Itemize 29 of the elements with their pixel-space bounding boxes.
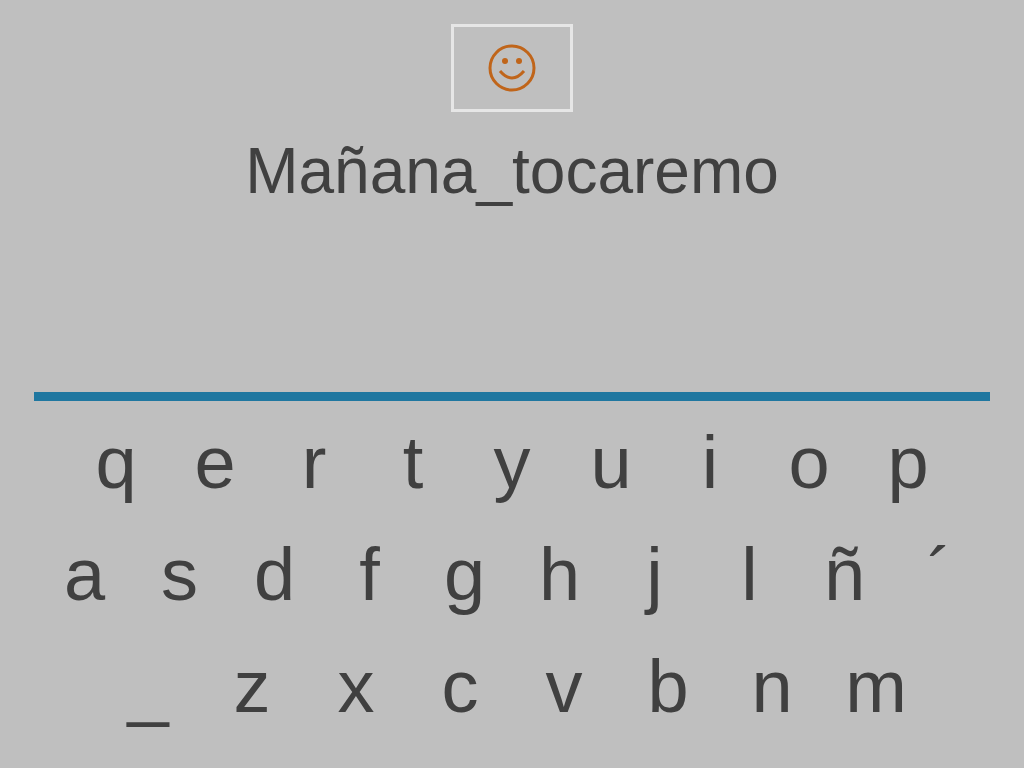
letter-key[interactable]: d [227,531,322,619]
letter-key[interactable]: o [759,419,859,507]
letter-key[interactable]: z [200,643,304,731]
letter-key[interactable]: i [660,419,760,507]
letter-key[interactable]: y [462,419,562,507]
letter-key[interactable]: q [66,419,166,507]
letter-key[interactable]: g [417,531,512,619]
letter-key[interactable]: v [512,643,616,731]
letter-key[interactable]: b [616,643,720,731]
letter-key[interactable]: c [408,643,512,731]
letter-key[interactable]: a [37,531,132,619]
letter-key[interactable]: j [607,531,702,619]
letter-key[interactable]: p [858,419,958,507]
letter-key[interactable]: _ [96,643,200,731]
letter-key[interactable]: n [720,643,824,731]
letter-key[interactable]: u [561,419,661,507]
letter-key[interactable]: r [264,419,364,507]
letter-key[interactable]: s [132,531,227,619]
letter-key[interactable]: t [363,419,463,507]
letter-key[interactable]: ñ [797,531,892,619]
smiley-icon [487,43,537,93]
letter-key[interactable]: f [322,531,417,619]
letter-key[interactable]: h [512,531,607,619]
letter-key[interactable]: l [702,531,797,619]
smiley-button[interactable] [451,24,573,112]
letter-key[interactable]: m [824,643,928,731]
letter-key[interactable]: e [165,419,265,507]
letter-key[interactable]: ´ [892,531,987,619]
letter-key[interactable]: x [304,643,408,731]
